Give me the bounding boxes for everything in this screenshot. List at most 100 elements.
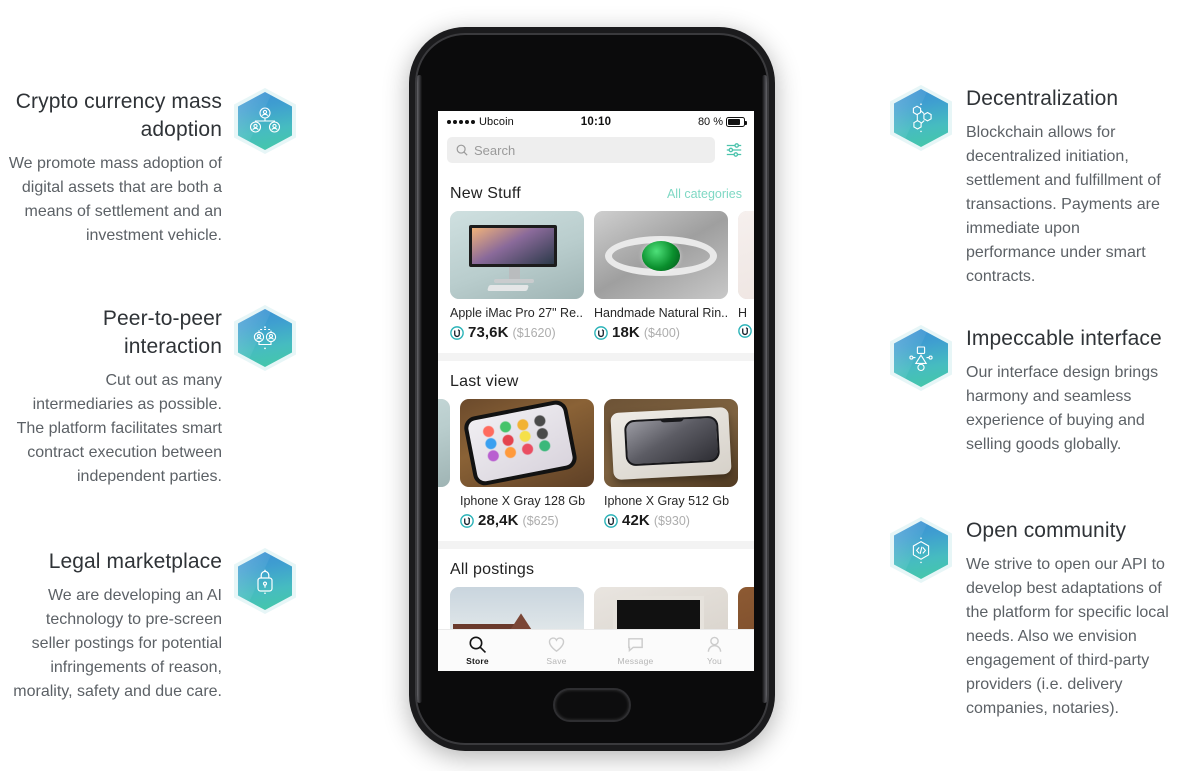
product-price: 18K ($400) (594, 324, 728, 341)
feature-body: Cut out as many intermediaries as possib… (16, 372, 222, 485)
feature-text: Open community We strive to open our API… (966, 517, 1181, 721)
blockchain-nodes-icon (890, 85, 952, 151)
price-usd: ($400) (643, 325, 680, 340)
tab-store[interactable]: Store (438, 635, 517, 666)
tab-label: Save (546, 656, 567, 666)
product-price: 28,4K ($625) (460, 512, 594, 529)
product-card-list: ... Iphone X Gray 128 Gb (438, 399, 754, 541)
product-thumbnail (438, 399, 450, 487)
product-price: 73,6K ($1620) (450, 324, 584, 341)
product-name: Iphone X Gray 512 Gb (604, 494, 730, 508)
tab-message[interactable]: Message (596, 635, 675, 666)
product-card[interactable]: Handmade Natural Rin... 18K ($400) (594, 211, 728, 341)
ubcoin-icon (604, 513, 618, 528)
section-title: All postings (450, 561, 535, 578)
feature-body: Our interface design brings harmony and … (966, 364, 1159, 453)
product-card[interactable]: Iphone X Gray 128 Gb 28,4K ($625) (460, 399, 594, 529)
home-button[interactable] (553, 688, 631, 722)
tab-save[interactable]: Save (517, 635, 596, 666)
content-scroll-area[interactable]: New Stuff All categories Apple iMac Pro … (438, 173, 754, 669)
tab-label: Store (466, 656, 489, 666)
product-card-list: Apple iMac Pro 27" Re... 73,6K ($1620) H… (438, 211, 754, 353)
price-coin: 18K (612, 324, 640, 341)
feature-title: Impeccable interface (966, 327, 1162, 350)
section-title: Last view (450, 373, 519, 390)
battery-icon (726, 117, 748, 127)
feature-body: Blockchain allows for decentralized init… (966, 124, 1161, 285)
feature-impeccable-interface: Impeccable interface Our interface desig… (890, 325, 1193, 457)
feature-open-community: Open community We strive to open our API… (890, 517, 1193, 721)
product-thumbnail (450, 211, 584, 299)
battery-percent-label: 80 % (697, 116, 724, 128)
person-icon (707, 636, 722, 652)
product-thumbnail (594, 211, 728, 299)
product-price (738, 324, 754, 338)
ubcoin-icon (594, 325, 608, 340)
product-thumbnail (460, 399, 594, 487)
people-network-icon (234, 88, 296, 154)
section-last-view: Last view ... (438, 361, 754, 541)
feature-title: Open community (966, 519, 1127, 542)
price-usd: ($1620) (512, 325, 556, 340)
status-bar-left: Ubcoin (447, 116, 581, 128)
feature-decentralization: Decentralization Blockchain allows for d… (890, 85, 1193, 289)
price-coin: 73,6K (468, 324, 509, 341)
product-price: 42K ($930) (604, 512, 738, 529)
product-name: H (738, 306, 748, 320)
feature-text: Decentralization Blockchain allows for d… (966, 85, 1181, 289)
product-name: ... (438, 494, 450, 508)
tab-label: You (707, 656, 722, 666)
section-new-stuff: New Stuff All categories Apple iMac Pro … (438, 173, 754, 353)
product-name: Iphone X Gray 128 Gb (460, 494, 586, 508)
peer-to-peer-icon (234, 305, 296, 371)
phone-edge-left (417, 75, 422, 703)
product-card[interactable]: H (738, 211, 754, 341)
search-bar: Search (438, 133, 754, 173)
ubcoin-icon (460, 513, 474, 528)
feature-crypto-mass-adoption: Crypto currency mass adoption We promote… (0, 88, 300, 248)
ubcoin-icon (450, 325, 464, 340)
carrier-label: Ubcoin (479, 116, 514, 128)
product-name: Apple iMac Pro 27" Re... (450, 306, 584, 320)
all-categories-link[interactable]: All categories (667, 187, 742, 201)
feature-title: Peer-to-peer interaction (102, 307, 222, 358)
section-header: Last view (438, 361, 754, 399)
status-time: 10:10 (580, 116, 612, 128)
phone-screen: Ubcoin 10:10 80 % Search New Stuff All c… (438, 111, 754, 671)
search-icon (469, 636, 487, 654)
feature-peer-to-peer: Peer-to-peer interaction Cut out as many… (0, 305, 300, 489)
product-card[interactable]: ... (438, 399, 450, 529)
code-brackets-icon (890, 517, 952, 583)
chat-icon (628, 638, 643, 653)
heart-icon (548, 637, 565, 652)
feature-body: We promote mass adoption of digital asse… (8, 155, 222, 244)
product-thumbnail (738, 211, 754, 299)
landing-page: Crypto currency mass adoption We promote… (0, 0, 1193, 771)
shapes-interface-icon (890, 325, 952, 391)
feature-text: Peer-to-peer interaction Cut out as many… (0, 305, 222, 489)
feature-text: Crypto currency mass adoption We promote… (0, 88, 222, 248)
bottom-tab-bar: Store Save Message You (438, 629, 754, 671)
section-header: All postings (438, 549, 754, 587)
phone-body: Ubcoin 10:10 80 % Search New Stuff All c… (415, 33, 769, 745)
signal-dots-icon (447, 120, 475, 124)
search-input[interactable]: Search (447, 137, 715, 163)
search-placeholder: Search (474, 142, 516, 158)
price-usd: ($930) (653, 513, 690, 528)
feature-text: Impeccable interface Our interface desig… (966, 325, 1181, 457)
feature-body: We are developing an AI technology to pr… (13, 587, 222, 700)
tab-label: Message (617, 656, 654, 666)
feature-legal-marketplace: Legal marketplace We are developing an A… (0, 548, 300, 704)
phone-mockup: Ubcoin 10:10 80 % Search New Stuff All c… (409, 27, 775, 751)
product-thumbnail (604, 399, 738, 487)
product-name: Handmade Natural Rin... (594, 306, 728, 320)
tab-you[interactable]: You (675, 635, 754, 666)
ubcoin-icon (738, 324, 752, 338)
section-title: New Stuff (450, 185, 521, 202)
section-header: New Stuff All categories (438, 173, 754, 211)
price-coin: 42K (622, 512, 650, 529)
product-card[interactable]: Apple iMac Pro 27" Re... 73,6K ($1620) (450, 211, 584, 341)
feature-title: Legal marketplace (48, 550, 222, 573)
product-card[interactable]: Iphone X Gray 512 Gb 42K ($930) (604, 399, 738, 529)
filter-sliders-icon[interactable] (723, 139, 745, 161)
